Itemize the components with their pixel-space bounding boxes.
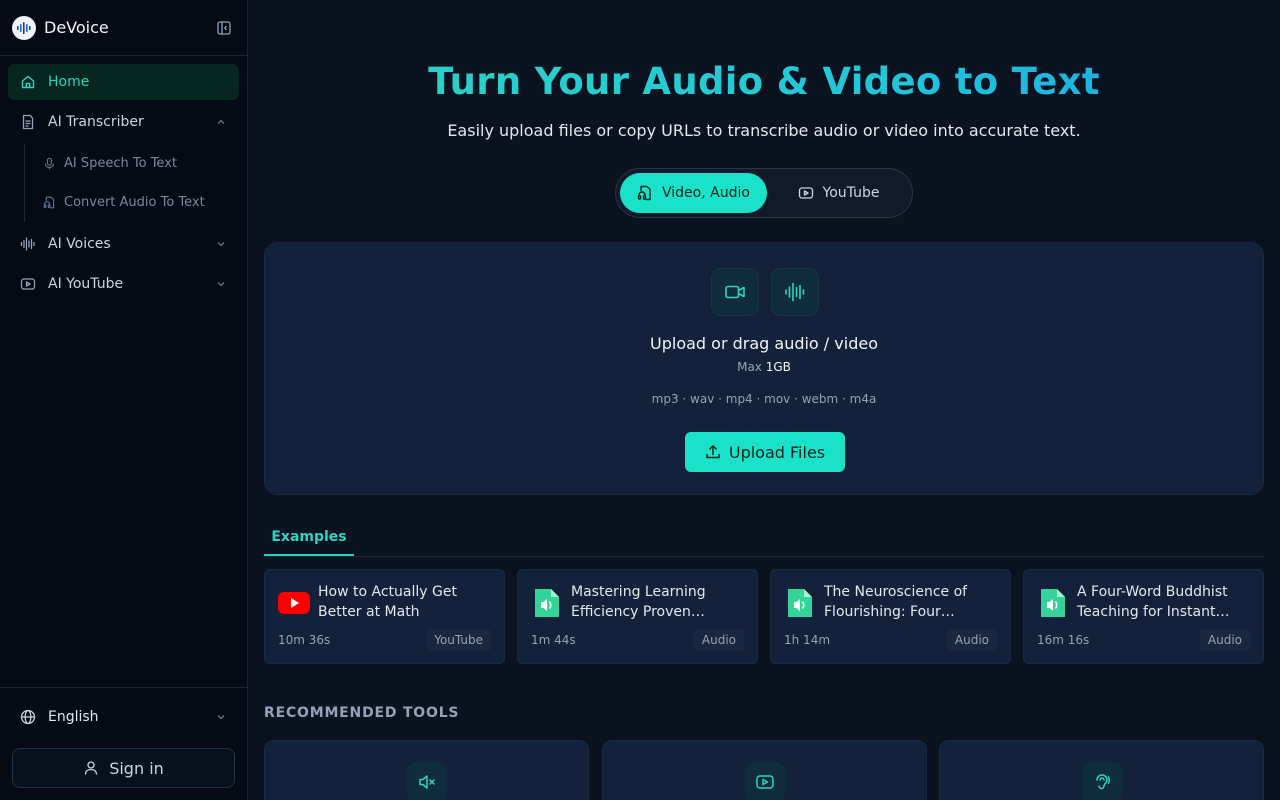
- main-content: Turn Your Audio & Video to Text Easily u…: [248, 0, 1280, 800]
- sidebar-item-home[interactable]: Home: [8, 64, 239, 100]
- chevron-down-icon: [215, 711, 227, 723]
- example-card[interactable]: The Neuroscience of Flourishing: Four… 1…: [770, 569, 1011, 664]
- home-icon: [20, 74, 36, 90]
- user-icon: [83, 760, 99, 776]
- example-duration: 10m 36s: [278, 633, 331, 647]
- audio-file-icon: [637, 185, 653, 201]
- sidebar-item-ai-transcriber[interactable]: AI Transcriber: [8, 104, 239, 140]
- example-type-badge: YouTube: [426, 629, 491, 651]
- chevron-up-icon[interactable]: [215, 116, 227, 128]
- audio-file-icon: [1037, 587, 1069, 619]
- recommended-tool-card[interactable]: [601, 740, 927, 800]
- example-title: Mastering Learning Efficiency Proven…: [571, 584, 706, 620]
- tab-label: Video, Audio: [662, 185, 750, 201]
- tab-video-audio[interactable]: Video, Audio: [620, 173, 767, 213]
- examples-divider: [264, 556, 1264, 557]
- example-duration: 1m 44s: [531, 633, 576, 647]
- page-subtitle: Easily upload files or copy URLs to tran…: [447, 121, 1081, 140]
- devoice-logo-icon[interactable]: [12, 15, 36, 40]
- document-icon: [20, 114, 36, 130]
- sidebar-collapse-icon[interactable]: [213, 17, 235, 39]
- audio-file-icon: [531, 587, 563, 619]
- sidebar-item-label: Home: [48, 74, 90, 90]
- recommended-tools-list: [264, 740, 1264, 800]
- recommended-tools-heading: RECOMMENDED TOOLS: [264, 705, 460, 721]
- tab-label: YouTube: [822, 185, 880, 201]
- sidebar-item-ai-speech-to-text[interactable]: AI Speech To Text: [37, 144, 239, 183]
- example-type-badge: Audio: [1199, 629, 1250, 651]
- upload-icon: [705, 444, 721, 460]
- example-title: How to Actually Get Better at Math: [318, 584, 457, 620]
- sidebar-subitem-label: Convert Audio To Text: [64, 195, 205, 210]
- upload-dropzone[interactable]: Upload or drag audio / video Max 1GB mp3…: [264, 242, 1264, 495]
- example-type-badge: Audio: [693, 629, 744, 651]
- sidebar-footer: English Sign in: [0, 687, 247, 800]
- upload-button-label: Upload Files: [728, 442, 826, 462]
- sidebar-item-label: AI Voices: [48, 236, 111, 252]
- example-duration: 16m 16s: [1037, 633, 1090, 647]
- ear-icon: [1082, 762, 1122, 800]
- language-selector[interactable]: English: [12, 700, 235, 734]
- examples-list: How to Actually Get Better at Math 10m 3…: [264, 569, 1264, 664]
- brand-header: DeVoice: [0, 0, 247, 56]
- youtube-icon: [20, 276, 36, 292]
- media-type-icons: [711, 268, 831, 316]
- max-label: Max: [737, 360, 762, 374]
- chevron-down-icon[interactable]: [215, 238, 227, 250]
- sidebar-item-label: AI Transcriber: [48, 114, 144, 130]
- waveform-icon: [771, 268, 819, 316]
- example-card[interactable]: Mastering Learning Efficiency Proven… 1m…: [517, 569, 758, 664]
- example-title: A Four-Word Buddhist Teaching for Instan…: [1077, 584, 1230, 620]
- sidebar-nav: Home AI Transcriber AI Speech To Text Co…: [0, 56, 247, 302]
- youtube-logo-icon: [278, 587, 310, 619]
- video-camera-icon: [711, 268, 759, 316]
- globe-icon: [20, 709, 36, 725]
- microphone-icon: [43, 157, 56, 170]
- example-card[interactable]: A Four-Word Buddhist Teaching for Instan…: [1023, 569, 1264, 664]
- youtube-icon: [798, 185, 814, 201]
- upload-size-limit: Max 1GB: [265, 360, 1263, 374]
- sidebar-item-label: AI YouTube: [48, 276, 124, 292]
- max-value: 1GB: [765, 360, 791, 374]
- waveform-icon: [20, 236, 36, 252]
- sign-in-button[interactable]: Sign in: [12, 748, 235, 788]
- audio-file-icon: [784, 587, 816, 619]
- sidebar-subitem-label: AI Speech To Text: [64, 156, 177, 171]
- ai-transcriber-submenu: AI Speech To Text Convert Audio To Text: [24, 144, 239, 222]
- supported-formats: mp3 · wav · mp4 · mov · webm · m4a: [651, 392, 877, 406]
- recommended-tool-card[interactable]: [939, 740, 1264, 800]
- example-card[interactable]: How to Actually Get Better at Math 10m 3…: [264, 569, 505, 664]
- sign-in-label: Sign in: [109, 758, 164, 778]
- example-title: The Neuroscience of Flourishing: Four…: [824, 584, 968, 620]
- sidebar-item-ai-youtube[interactable]: AI YouTube: [8, 266, 239, 302]
- recommended-tool-card[interactable]: [264, 740, 589, 800]
- upload-title: Upload or drag audio / video: [650, 334, 878, 353]
- youtube-icon: [744, 762, 785, 800]
- tab-examples[interactable]: Examples: [264, 520, 354, 556]
- mute-icon: [407, 762, 447, 800]
- sidebar-item-ai-voices[interactable]: AI Voices: [8, 226, 239, 262]
- brand-name[interactable]: DeVoice: [44, 18, 109, 37]
- source-tabs: Video, Audio YouTube: [615, 168, 913, 218]
- chevron-down-icon[interactable]: [215, 278, 227, 290]
- sidebar-item-convert-audio-to-text[interactable]: Convert Audio To Text: [37, 183, 239, 222]
- example-duration: 1h 14m: [784, 633, 831, 647]
- sidebar: DeVoice Home AI Transcriber AI Speech To…: [0, 0, 248, 800]
- page-title: Turn Your Audio & Video to Text: [248, 60, 1280, 103]
- tab-youtube[interactable]: YouTube: [769, 173, 908, 213]
- audio-file-icon: [43, 196, 56, 209]
- upload-files-button[interactable]: Upload Files: [685, 432, 845, 472]
- language-label: English: [48, 709, 99, 725]
- example-type-badge: Audio: [946, 629, 997, 651]
